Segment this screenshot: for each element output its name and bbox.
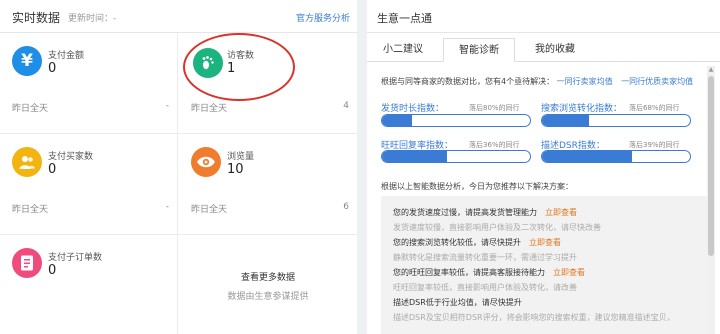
- view-now-link[interactable]: 立即查看: [545, 208, 577, 217]
- solution-item-dsr: 描述DSR低于行业均值，请尽快提升: [393, 297, 522, 308]
- index-beat-wangwang-reply: 落后36%的同行: [469, 141, 520, 149]
- view-now-link[interactable]: 立即查看: [529, 238, 561, 247]
- index-bar-description-dsr: [541, 150, 691, 163]
- view-more-data[interactable]: 查看更多数据 数据由生意参谋提供: [179, 235, 357, 334]
- metric-foot-value: -: [165, 202, 169, 212]
- solution-desc: 旺旺回复率较低，直接影响用户体验及转化，请改善: [393, 283, 577, 292]
- panel-title: 实时数据: [12, 11, 61, 25]
- solution-title: 描述DSR低于行业均值，请尽快提升: [393, 298, 522, 307]
- metric-foot-label: 昨日全天: [12, 104, 49, 114]
- index-bar-fill: [542, 115, 590, 126]
- metric-card-sub-orders[interactable]: 支付子订单数 0: [0, 235, 178, 334]
- tab-suggestions[interactable]: 小二建议: [375, 38, 431, 62]
- index-beat-description-dsr: 落后39%的同行: [629, 141, 680, 149]
- metric-foot-label: 昨日全天: [12, 205, 49, 215]
- view-more-data-link[interactable]: 查看更多数据: [179, 270, 357, 283]
- metric-foot-label: 昨日全天: [191, 205, 228, 215]
- solution-desc: 描述DSR及宝贝相符DSR评分，将会影响您的搜索权重，建议您精准描述宝贝，: [393, 313, 675, 322]
- panel-title: 生意一点通: [377, 12, 432, 25]
- yen-icon: ¥: [12, 46, 42, 76]
- metric-card-paying-buyers[interactable]: 支付买家数 0 昨日全天 -: [0, 134, 178, 234]
- index-beat-shipping: 落后80%的同行: [469, 104, 520, 112]
- solutions-list: 您的发货速度过慢，请提高发货管理能力 立即查看 发货速度较慢，直接影响用户体验及二…: [381, 196, 710, 334]
- quality-peer-average-legend[interactable]: 一同行优质卖家均值: [621, 77, 693, 86]
- metric-label: 浏览量: [227, 152, 255, 162]
- highlight-annotation-circle: [183, 33, 295, 101]
- business-tips-panel: 生意一点通 小二建议 智能诊断 我的收藏 根据与同等商家的数据对比，您有4个亟待…: [367, 0, 720, 334]
- metric-value: 0: [48, 162, 57, 177]
- order-icon: [12, 248, 42, 278]
- scrollbar-thumb[interactable]: [708, 76, 714, 256]
- official-analysis-link[interactable]: 官方服务分析: [296, 11, 350, 24]
- index-label-search-conversion[interactable]: 搜索浏览转化指数：: [541, 101, 622, 114]
- index-bar-fill: [382, 151, 448, 162]
- metric-foot-value: 6: [343, 202, 349, 212]
- index-bar-wangwang-reply: [381, 150, 531, 163]
- tab-bar: 小二建议 智能诊断 我的收藏: [367, 33, 720, 62]
- solution-item-wangwang: 您的旺旺回复率较低，请提高客服接待能力 立即查看: [393, 267, 585, 278]
- solution-item-shipping: 您的发货速度过慢，请提高发货管理能力 立即查看: [393, 207, 577, 218]
- metric-foot-label: 昨日全天: [191, 104, 228, 114]
- solution-desc: 发货速度较慢，直接影响用户体验及二次转化，请尽快改善: [393, 223, 601, 232]
- realtime-data-panel: 实时数据 更新时间：- 官方服务分析 ¥ 支付金额 0 昨日全天 - 访客数 1…: [0, 0, 357, 334]
- metric-label: 支付子订单数: [48, 253, 103, 263]
- diagnosis-intro-text: 根据与同等商家的数据对比，您有4个亟待解决：: [381, 77, 555, 86]
- metric-value: 0: [48, 61, 57, 76]
- eye-icon: [191, 147, 221, 177]
- buyer-icon: [12, 147, 42, 177]
- metric-label: 支付买家数: [48, 152, 94, 162]
- metric-card-payment-amount[interactable]: ¥ 支付金额 0 昨日全天 -: [0, 33, 178, 133]
- solution-desc: 静默转化是搜索流量转化重要一环，需通过学习提升: [393, 253, 577, 262]
- view-now-link[interactable]: 立即查看: [553, 268, 585, 277]
- business-tips-header: 生意一点通: [367, 0, 720, 33]
- scrollbar[interactable]: ▲: [707, 66, 715, 334]
- update-time-dropdown[interactable]: 更新时间：-: [68, 11, 116, 24]
- solution-title: 您的旺旺回复率较低，请提高客服接待能力: [393, 268, 545, 277]
- index-bar-shipping: [381, 114, 531, 127]
- index-beat-search-conversion: 落后68%的同行: [629, 104, 680, 112]
- index-bar-search-conversion: [541, 114, 691, 127]
- peer-average-legend[interactable]: 一同行卖家均值: [557, 77, 613, 86]
- index-bar-fill: [542, 151, 633, 162]
- diagnosis-intro: 根据与同等商家的数据对比，您有4个亟待解决： 一同行卖家均值 一同行优质卖家均值: [381, 76, 693, 87]
- solution-title: 您的搜索浏览转化较低，请尽快提升: [393, 238, 521, 247]
- tab-smart-diagnosis[interactable]: 智能诊断: [443, 38, 515, 62]
- index-bar-fill: [382, 115, 412, 126]
- metric-foot-value: -: [165, 101, 169, 111]
- realtime-data-header: 实时数据 更新时间：- 官方服务分析: [0, 0, 357, 33]
- solution-intro: 根据以上智能数据分析，今日为您推荐以下解决方案：: [381, 182, 573, 191]
- solution-item-search: 您的搜索浏览转化较低，请尽快提升 立即查看: [393, 237, 561, 248]
- scroll-up-arrow-icon[interactable]: ▲: [707, 66, 715, 74]
- metric-value: 10: [227, 162, 244, 177]
- metric-label: 支付金额: [48, 51, 85, 61]
- metric-value: 0: [48, 263, 57, 278]
- tab-my-favorites[interactable]: 我的收藏: [525, 38, 585, 62]
- metric-card-pageviews[interactable]: 浏览量 10 昨日全天 6: [179, 134, 357, 234]
- data-source-note: 数据由生意参谋提供: [227, 292, 309, 302]
- solution-title: 您的发货速度过慢，请提高发货管理能力: [393, 208, 537, 217]
- metric-foot-value: 4: [343, 101, 349, 111]
- index-label-shipping[interactable]: 发货时长指数：: [381, 101, 444, 114]
